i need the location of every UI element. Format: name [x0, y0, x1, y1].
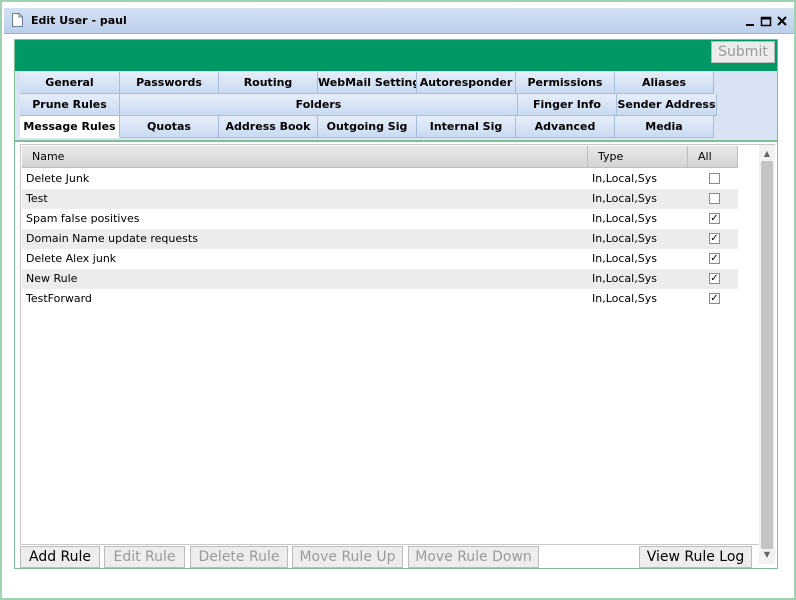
tab-address-book[interactable]: Address Book	[219, 116, 318, 138]
all-checkbox[interactable]	[709, 173, 720, 184]
edit-rule-button[interactable]: Edit Rule	[104, 546, 185, 568]
rule-type: In,Local,Sys	[592, 292, 657, 305]
tab-advanced[interactable]: Advanced	[516, 116, 615, 138]
document-icon	[12, 13, 23, 27]
tab-autoresponder[interactable]: Autoresponder	[417, 72, 516, 94]
tab-webmail-settings[interactable]: WebMail Settings	[318, 72, 417, 94]
tab-permissions[interactable]: Permissions	[516, 72, 615, 94]
grid-header: Name Type All	[22, 146, 738, 168]
rule-name: Domain Name update requests	[26, 232, 198, 245]
table-row[interactable]: Test In,Local,Sys	[22, 189, 738, 209]
rule-type: In,Local,Sys	[592, 272, 657, 285]
table-row[interactable]: Delete Alex junk In,Local,Sys ✓	[22, 249, 738, 269]
rule-name: Delete Alex junk	[26, 252, 117, 265]
rule-name: Spam false positives	[26, 212, 140, 225]
rule-name: TestForward	[26, 292, 92, 305]
add-rule-button[interactable]: Add Rule	[20, 546, 100, 568]
tab-sender-address[interactable]: Sender Address	[617, 94, 717, 116]
view-rule-log-button[interactable]: View Rule Log	[639, 546, 752, 568]
tab-internal-sig[interactable]: Internal Sig	[417, 116, 516, 138]
move-rule-down-button[interactable]: Move Rule Down	[408, 546, 539, 568]
maximize-icon[interactable]	[760, 14, 772, 28]
all-checkbox[interactable]: ✓	[709, 213, 720, 224]
tab-outgoing-sig[interactable]: Outgoing Sig	[318, 116, 417, 138]
all-checkbox[interactable]	[709, 193, 720, 204]
rule-type: In,Local,Sys	[592, 172, 657, 185]
scroll-down-icon[interactable]: ▼	[762, 550, 772, 560]
move-rule-up-button[interactable]: Move Rule Up	[292, 546, 403, 568]
delete-rule-button[interactable]: Delete Rule	[190, 546, 288, 568]
all-checkbox[interactable]: ✓	[709, 273, 720, 284]
minimize-icon[interactable]	[744, 14, 756, 28]
vertical-scrollbar[interactable]: ▲ ▼	[759, 145, 775, 564]
all-checkbox[interactable]: ✓	[709, 233, 720, 244]
tab-message-rules[interactable]: Message Rules	[20, 116, 120, 138]
close-icon[interactable]	[776, 14, 788, 28]
tab-strip: General Passwords Routing WebMail Settin…	[15, 71, 777, 140]
rule-name: Test	[26, 192, 48, 205]
rule-type: In,Local,Sys	[592, 212, 657, 225]
header-band: Submit	[15, 40, 777, 71]
dialog-content: Submit General Passwords Routing WebMail…	[14, 39, 778, 569]
submit-button[interactable]: Submit	[711, 41, 775, 63]
column-header-all[interactable]: All	[688, 146, 738, 168]
scroll-up-icon[interactable]: ▲	[762, 149, 772, 159]
tab-routing[interactable]: Routing	[219, 72, 318, 94]
table-row[interactable]: Spam false positives In,Local,Sys ✓	[22, 209, 738, 229]
scroll-thumb[interactable]	[761, 161, 773, 549]
rule-name: New Rule	[26, 272, 78, 285]
table-row[interactable]: TestForward In,Local,Sys ✓	[22, 289, 738, 309]
rule-type: In,Local,Sys	[592, 252, 657, 265]
all-checkbox[interactable]: ✓	[709, 253, 720, 264]
tab-finger-info[interactable]: Finger Info	[518, 94, 617, 116]
table-row[interactable]: Domain Name update requests In,Local,Sys ✓	[22, 229, 738, 249]
tab-media[interactable]: Media	[615, 116, 714, 138]
column-header-name[interactable]: Name	[22, 146, 588, 168]
tab-divider	[15, 140, 777, 142]
table-row[interactable]: New Rule In,Local,Sys ✓	[22, 269, 738, 289]
tab-prune-rules[interactable]: Prune Rules	[20, 94, 120, 116]
column-header-type[interactable]: Type	[588, 146, 688, 168]
window-frame: Edit User - paul Submit General Password…	[0, 0, 796, 600]
all-checkbox[interactable]: ✓	[709, 293, 720, 304]
tab-folders[interactable]: Folders	[120, 94, 518, 116]
rules-grid: Name Type All Delete Junk In,Local,Sys Tes…	[20, 144, 775, 564]
titlebar[interactable]: Edit User - paul	[4, 8, 794, 34]
tab-aliases[interactable]: Aliases	[615, 72, 714, 94]
rule-type: In,Local,Sys	[592, 232, 657, 245]
tab-passwords[interactable]: Passwords	[120, 72, 219, 94]
table-row[interactable]: Delete Junk In,Local,Sys	[22, 169, 738, 189]
tab-general[interactable]: General	[20, 72, 120, 94]
tab-quotas[interactable]: Quotas	[120, 116, 219, 138]
window-title: Edit User - paul	[31, 14, 127, 27]
rule-type: In,Local,Sys	[592, 192, 657, 205]
window-controls	[744, 12, 788, 30]
rule-name: Delete Junk	[26, 172, 90, 185]
